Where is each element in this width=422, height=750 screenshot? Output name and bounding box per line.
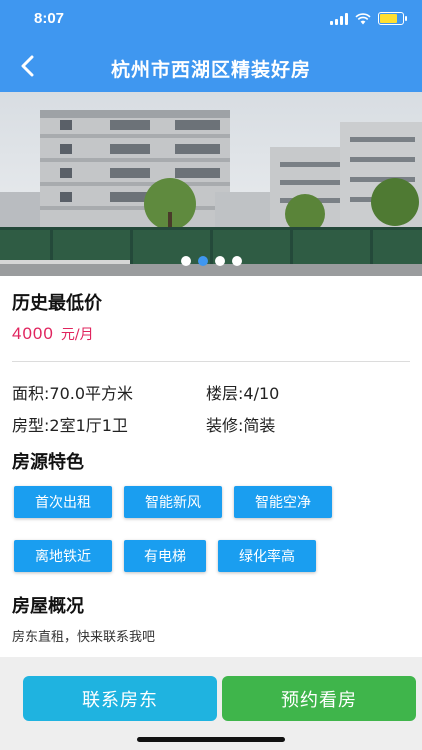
bottom-action-bar: 联系房东 预约看房 [0,657,422,750]
carousel-dot[interactable] [180,256,191,266]
area-info: 面积:70.0平方米 [12,384,134,403]
book-viewing-button[interactable]: 预约看房 [222,676,416,721]
floor-info: 楼层:4/10 [206,384,280,403]
property-image-carousel[interactable] [0,92,422,276]
battery-icon [378,12,407,25]
decoration-info: 装修:简装 [206,416,276,435]
divider [12,361,410,362]
feature-tag[interactable]: 有电梯 [124,540,206,572]
nav-bar: 杭州市西湖区精装好房 [0,40,422,92]
status-icons [330,12,407,25]
signal-icon [330,12,348,25]
feature-tag[interactable]: 绿化率高 [218,540,316,572]
feature-tag[interactable]: 智能新风 [124,486,222,518]
features-heading: 房源特色 [12,452,84,473]
price: 4000 元/月 [12,324,94,344]
layout-info: 房型:2室1厅1卫 [12,416,128,435]
price-heading: 历史最低价 [12,293,102,314]
price-unit: 元/月 [60,327,94,343]
property-photo [0,92,422,276]
contact-landlord-button[interactable]: 联系房东 [23,676,217,721]
price-amount: 4000 [12,324,54,343]
carousel-dot[interactable] [231,256,242,266]
feature-tag[interactable]: 首次出租 [14,486,112,518]
status-bar: 8:07 [0,0,422,40]
overview-heading: 房屋概况 [12,596,84,617]
page-title: 杭州市西湖区精装好房 [110,59,311,81]
wifi-icon [355,12,371,24]
feature-tag[interactable]: 离地铁近 [14,540,112,572]
feature-tag[interactable]: 智能空净 [234,486,332,518]
home-indicator[interactable] [137,737,285,742]
carousel-dot[interactable] [197,256,208,266]
battery-fill [380,14,397,23]
overview-text: 房东直租，快来联系我吧 [12,630,156,645]
status-time: 8:07 [34,10,65,27]
carousel-indicator [0,256,422,266]
carousel-dot[interactable] [214,256,225,266]
